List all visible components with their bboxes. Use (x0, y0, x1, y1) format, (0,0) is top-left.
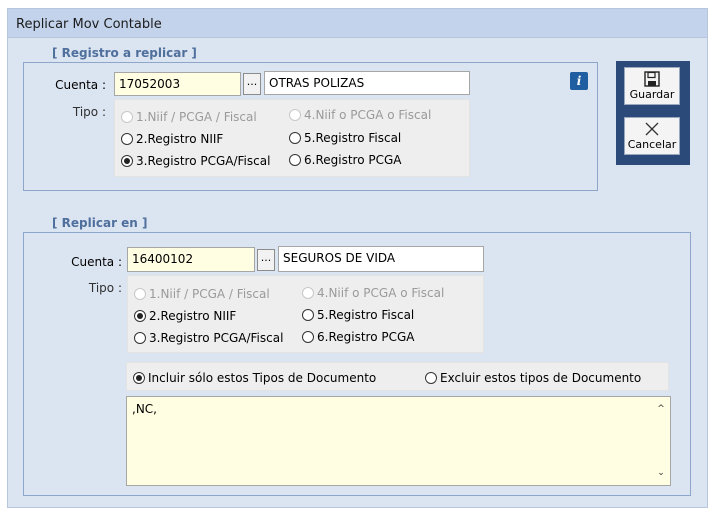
radio-circle (302, 309, 314, 321)
action-toolbar: Guardar Cancelar (616, 61, 690, 165)
source-option-6-label: 6.Registro PCGA (304, 153, 402, 167)
target-option-4-niif-o-pcga-o-fiscal[interactable]: 4.Niif o PCGA o Fiscal (302, 286, 444, 300)
target-tipo-options: 1.Niif / PCGA / Fiscal 4.Niif o PCGA o F… (127, 275, 484, 353)
save-button[interactable]: Guardar (624, 67, 680, 105)
radio-circle (289, 154, 301, 166)
target-option-1-niif-pcga-fiscal[interactable]: 1.Niif / PCGA / Fiscal (134, 287, 270, 301)
target-cuenta-input[interactable]: 16400102 (127, 247, 255, 272)
source-option-1-niif-pcga-fiscal[interactable]: 1.Niif / PCGA / Fiscal (121, 110, 257, 124)
target-cuenta-description: SEGUROS DE VIDA (278, 246, 484, 272)
source-option-3-registro-pcga-fiscal[interactable]: 3.Registro PCGA/Fiscal (121, 154, 270, 168)
radio-circle (133, 372, 145, 384)
radio-circle (302, 287, 314, 299)
radio-circle (425, 372, 437, 384)
target-tipo-label: Tipo : (88, 281, 122, 295)
radio-circle (134, 288, 146, 300)
source-cuenta-input[interactable]: 17052003 (114, 72, 241, 96)
source-option-1-label: 1.Niif / PCGA / Fiscal (136, 110, 257, 124)
radio-circle (134, 332, 146, 344)
source-cuenta-label: Cuenta : (55, 78, 106, 92)
source-option-3-label: 3.Registro PCGA/Fiscal (136, 154, 271, 168)
info-icon[interactable]: i (570, 72, 588, 90)
target-cuenta-label: Cuenta : (71, 255, 122, 269)
source-option-5-registro-fiscal[interactable]: 5.Registro Fiscal (289, 131, 401, 145)
radio-circle (302, 331, 314, 343)
target-option-6-label: 6.Registro PCGA (317, 330, 415, 344)
source-record-legend: [ Registro a replicar ] (49, 46, 200, 63)
save-button-label: Guardar (629, 88, 675, 101)
source-option-2-label: 2.Registro NIIF (136, 132, 224, 146)
radio-circle (121, 133, 133, 145)
radio-circle (121, 155, 133, 167)
x-cross-icon (645, 122, 659, 136)
source-option-4-niif-o-pcga-o-fiscal[interactable]: 4.Niif o PCGA o Fiscal (289, 108, 431, 122)
source-cuenta-description: OTRAS POLIZAS (264, 71, 470, 95)
target-option-5-label: 5.Registro Fiscal (317, 308, 415, 322)
target-option-2-registro-niif[interactable]: 2.Registro NIIF (134, 309, 236, 323)
target-option-6-registro-pcga[interactable]: 6.Registro PCGA (302, 330, 415, 344)
doc-types-textarea[interactable]: ,NC, ^ ⌄ (126, 396, 671, 486)
target-option-1-label: 1.Niif / PCGA / Fiscal (149, 287, 270, 301)
include-doc-types-radio[interactable]: Incluir sólo estos Tipos de Documento (133, 371, 376, 385)
source-cuenta-browse-button[interactable]: ... (243, 73, 261, 95)
dialog-window: Replicar Mov Contable [ Registro a repli… (7, 8, 708, 508)
radio-circle (134, 310, 146, 322)
source-option-5-label: 5.Registro Fiscal (304, 131, 402, 145)
target-option-2-label: 2.Registro NIIF (149, 309, 237, 323)
radio-circle (289, 109, 301, 121)
window-title: Replicar Mov Contable (16, 17, 162, 32)
radio-circle (121, 111, 133, 123)
cancel-button-label: Cancelar (627, 138, 677, 151)
source-tipo-options: 1.Niif / PCGA / Fiscal 4.Niif o PCGA o F… (114, 99, 470, 177)
source-option-4-label: 4.Niif o PCGA o Fiscal (304, 108, 432, 122)
exclude-doc-types-radio[interactable]: Excluir estos tipos de Documento (425, 371, 641, 385)
doc-types-scrollbar[interactable]: ^ ⌄ (653, 398, 669, 484)
source-option-2-registro-niif[interactable]: 2.Registro NIIF (121, 132, 223, 146)
doc-types-text: ,NC, (132, 402, 157, 416)
source-tipo-label: Tipo : (72, 105, 106, 119)
document-filter-options: Incluir sólo estos Tipos de Documento Ex… (126, 362, 669, 391)
target-option-5-registro-fiscal[interactable]: 5.Registro Fiscal (302, 308, 414, 322)
cancel-button[interactable]: Cancelar (624, 117, 680, 155)
target-cuenta-browse-button[interactable]: ... (257, 249, 275, 271)
radio-circle (289, 132, 301, 144)
target-option-3-registro-pcga-fiscal[interactable]: 3.Registro PCGA/Fiscal (134, 331, 283, 345)
floppy-disk-icon (644, 71, 660, 87)
include-doc-types-label: Incluir sólo estos Tipos de Documento (148, 371, 377, 385)
target-option-3-label: 3.Registro PCGA/Fiscal (149, 331, 284, 345)
title-bar: Replicar Mov Contable (8, 9, 707, 38)
exclude-doc-types-label: Excluir estos tipos de Documento (440, 371, 642, 385)
target-option-4-label: 4.Niif o PCGA o Fiscal (317, 286, 445, 300)
target-record-legend: [ Replicar en ] (49, 216, 151, 233)
scroll-up-arrow-icon[interactable]: ^ (656, 404, 666, 414)
source-option-6-registro-pcga[interactable]: 6.Registro PCGA (289, 153, 402, 167)
scroll-down-arrow-icon[interactable]: ⌄ (656, 468, 666, 478)
